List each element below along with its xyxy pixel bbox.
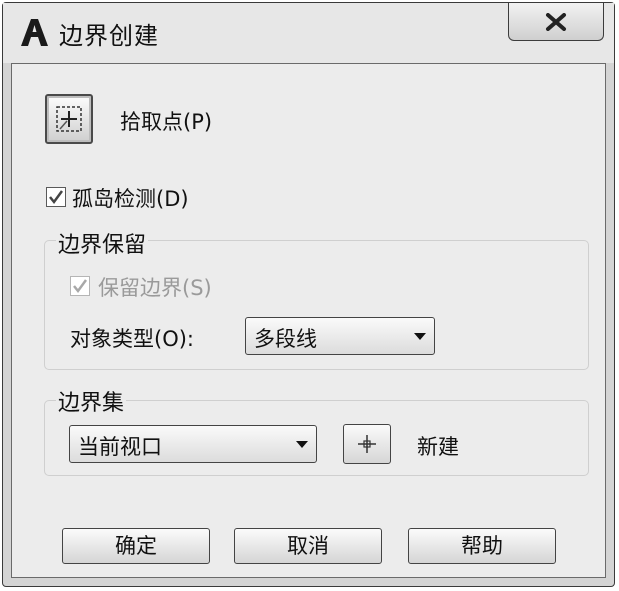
autocad-logo-icon [21,19,48,46]
island-detection-label: 孤岛检测(D) [72,187,189,211]
boundary-retention-group-label: 边界保留 [56,227,149,259]
new-boundary-set-label: 新建 [417,435,459,459]
pick-points-label: 拾取点(P) [120,110,213,134]
object-type-value: 多段线 [254,327,317,351]
ok-button[interactable]: 确定 [62,528,210,564]
retain-boundaries-label: 保留边界(S) [98,276,212,300]
boundary-set-group-label: 边界集 [56,385,127,417]
close-icon [546,12,566,31]
close-button[interactable] [508,3,604,41]
crosshair-icon [358,435,376,453]
boundary-create-dialog: 边界创建 拾取点(P) 孤岛检测(D) 边界保留 保留边界(S) 对象类型(O)… [2,2,615,587]
pick-points-button[interactable] [45,94,93,144]
help-button[interactable]: 帮助 [408,528,556,564]
title-bar[interactable]: 边界创建 [3,3,614,63]
boundary-set-value: 当前视口 [78,435,162,459]
checkmark-icon [73,279,88,294]
pick-point-icon [56,106,82,132]
retain-boundaries-checkbox[interactable] [70,276,90,296]
chevron-down-icon [296,441,308,448]
cancel-button[interactable]: 取消 [234,528,382,564]
boundary-set-select[interactable]: 当前视口 [69,425,317,463]
island-detection-checkbox[interactable] [46,187,66,207]
window-title: 边界创建 [59,22,159,50]
object-type-label: 对象类型(O): [70,327,194,351]
object-type-select[interactable]: 多段线 [245,317,435,355]
checkmark-icon [49,190,64,205]
chevron-down-icon [414,333,426,340]
dialog-body: 拾取点(P) 孤岛检测(D) 边界保留 保留边界(S) 对象类型(O): 多段线… [11,63,606,578]
new-boundary-set-button[interactable] [343,424,391,464]
